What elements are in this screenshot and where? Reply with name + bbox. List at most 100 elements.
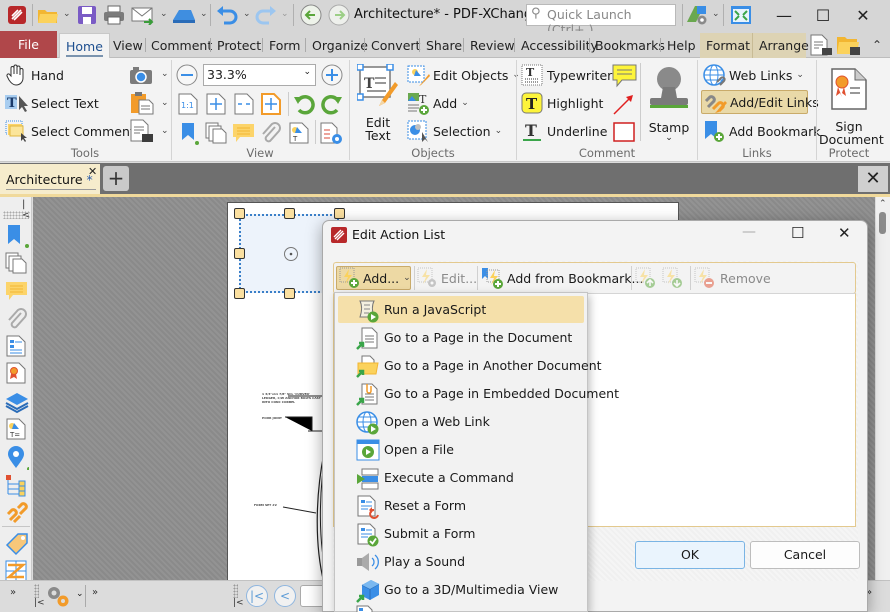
save-icon[interactable] [75,4,99,26]
tab-share[interactable]: Share [420,33,468,58]
move-up-button[interactable] [635,266,661,290]
destinations-panel-icon[interactable] [5,446,29,470]
dialog-close-button[interactable]: ✕ [838,224,851,242]
resize-handle-ne[interactable] [334,208,345,219]
customize-dropdown-icon[interactable]: ⌄ [712,9,720,19]
move-down-button[interactable] [662,266,688,290]
snapshot-icon[interactable] [129,65,153,85]
menu-item-reset-form[interactable]: Reset a Form [338,492,584,519]
thumbnails-panel-icon[interactable] [5,252,27,274]
dialog-maximize-button[interactable]: ☐ [791,224,804,242]
find-icon[interactable] [809,34,833,56]
expand-panel-icon[interactable]: » [10,587,16,598]
minimize-button[interactable]: — [764,3,804,27]
edit-text-button[interactable]: T Edit Text [352,62,404,146]
expand-toolbar-icon[interactable]: » [92,587,98,598]
find-binoculars-icon[interactable] [130,119,154,143]
back-icon[interactable] [299,4,323,26]
scan-icon[interactable] [170,4,198,26]
menu-item-play-sound[interactable]: Play a Sound [338,548,584,575]
bookmarks-panel-icon[interactable] [5,224,29,248]
actual-size-icon[interactable]: 1:1 [178,93,198,115]
tab-home[interactable]: Home [59,33,110,58]
menu-item-goto-page[interactable]: Go to a Page in the Document [338,324,584,351]
tags-panel-icon[interactable] [5,532,28,556]
fit-width-icon[interactable] [234,93,254,115]
new-tab-button[interactable]: + [103,166,129,191]
snapshot-dropdown-icon[interactable]: ⌄ [161,69,169,79]
clipboard-icon[interactable] [130,91,154,115]
maximize-button[interactable]: ☐ [803,3,843,27]
fit-page-icon[interactable] [206,93,226,115]
add-edit-links-button[interactable]: Add/Edit Links [701,90,819,114]
hand-tool-button[interactable]: Hand [5,63,64,87]
tab-arrange[interactable]: Arrange [752,33,809,58]
close-tab-icon[interactable]: ✕ [88,165,97,178]
articles-panel-icon[interactable] [5,560,27,582]
search-folder-icon[interactable] [836,34,862,56]
zoom-out-button[interactable] [176,64,198,86]
tab-help[interactable]: Help [661,33,702,58]
menu-item-submit-form[interactable]: Submit a Form [338,520,584,547]
resize-handle-n[interactable] [284,208,295,219]
scan-dropdown-icon[interactable]: ⌄ [200,9,208,19]
signatures-panel-icon[interactable] [5,362,27,384]
tab-bookmarks[interactable]: Bookmarks [589,33,671,58]
tab-convert[interactable]: Convert [365,33,426,58]
scrollbar-thumb[interactable] [879,212,886,234]
properties-pane-icon[interactable] [320,122,344,146]
edit-action-button[interactable]: Edit... [417,266,477,290]
zoom-select[interactable]: 33.3% ⌄ [203,64,316,86]
resize-handle-sw[interactable] [234,288,245,299]
select-comments-button[interactable]: Select Comments [5,119,141,143]
redo-dropdown-icon[interactable]: ⌄ [281,9,289,19]
highlight-button[interactable]: T Highlight [521,91,603,115]
attachments-panel-icon[interactable] [5,308,27,330]
email-dropdown-icon[interactable]: ⌄ [160,9,168,19]
pages-pane-icon[interactable] [205,122,227,144]
close-document-button[interactable]: ✕ [858,166,888,192]
content-panel-icon[interactable]: T= [5,418,27,440]
fit-visible-icon[interactable] [261,93,281,115]
resize-handle-s[interactable] [284,288,295,299]
find-dropdown-icon[interactable]: ⌄ [161,126,169,136]
add-bookmark-button[interactable]: Add Bookmark [703,119,821,143]
quick-launch-input[interactable]: ⚲ Quick Launch (Ctrl+.) [526,4,676,37]
open-dropdown-icon[interactable]: ⌄ [63,9,71,19]
add-object-button[interactable]: T Add ⌄ [407,91,469,115]
tab-format[interactable]: Format [700,33,752,58]
menu-item-goto-another-document[interactable]: Go to a Page in Another Document [338,352,602,379]
add-from-bookmark-button[interactable]: Add from Bookmark... [481,266,643,290]
undo-icon[interactable] [215,4,239,26]
typewriter-button[interactable]: T Typewriter [521,63,612,87]
email-icon[interactable] [130,4,156,26]
selection-button[interactable]: Selection ⌄ [407,119,502,143]
tab-view[interactable]: View [107,33,149,58]
customize-ui-icon[interactable] [685,4,709,26]
settings-gears-icon[interactable] [45,584,71,610]
zoom-in-button[interactable] [321,64,343,86]
arrow-icon[interactable] [612,92,636,116]
first-page-button[interactable]: |< [246,585,268,607]
fullscreen-icon[interactable] [729,4,753,26]
print-icon[interactable] [102,4,126,26]
comments-panel-icon[interactable] [5,280,27,302]
menu-item-open-web-link[interactable]: Open a Web Link [338,408,584,435]
resize-handle-nw[interactable] [234,208,245,219]
resize-handle-w[interactable] [234,248,245,259]
settings-dropdown-icon[interactable]: ⌄ [76,589,84,599]
fields-panel-icon[interactable] [5,335,27,357]
scroll-up-icon[interactable]: ⌃ [879,199,887,209]
close-window-button[interactable]: ✕ [843,3,883,27]
menu-item-run-javascript[interactable]: Run a JavaScript [338,296,584,323]
menu-item-goto-embedded-document[interactable]: Go to a Page in Embedded Document [338,380,619,407]
structure-panel-icon[interactable] [5,474,27,497]
sticky-note-icon[interactable] [612,64,638,88]
rectangle-icon[interactable] [612,121,636,143]
menu-item-execute-command[interactable]: Execute a Command [338,464,584,491]
links-panel-icon[interactable] [5,502,28,524]
rotate-left-icon[interactable] [293,93,315,115]
attachments-pane-icon[interactable] [259,122,281,144]
menu-item-goto-3d-view[interactable]: Go to a 3D/Multimedia View [338,576,584,603]
add-action-button[interactable]: Add... ⌄ [336,266,411,290]
